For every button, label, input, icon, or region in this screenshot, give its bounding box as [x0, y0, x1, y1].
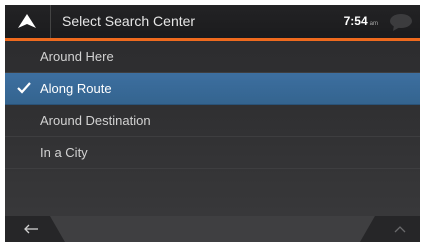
option-label: Along Route	[40, 81, 112, 96]
option-along-route[interactable]: Along Route	[5, 73, 420, 105]
back-arrow-icon[interactable]	[23, 224, 39, 234]
footer-bar	[5, 216, 420, 242]
page-title: Select Search Center	[62, 13, 196, 29]
option-around-here[interactable]: Around Here	[5, 41, 420, 73]
navigate-up-arrow-icon	[18, 14, 36, 28]
option-around-destination[interactable]: Around Destination	[5, 105, 420, 137]
clock-ampm: am	[369, 21, 378, 27]
clock: 7:54 am	[344, 5, 378, 38]
search-center-screen: Select Search Center 7:54 am Around Here …	[5, 5, 420, 242]
option-in-a-city[interactable]: In a City	[5, 137, 420, 169]
option-list: Around Here Along Route Around Destinati…	[5, 41, 420, 169]
header-bar: Select Search Center 7:54 am	[5, 5, 420, 38]
footer-background	[5, 216, 420, 242]
header-nav-button[interactable]	[5, 5, 51, 38]
checkmark-icon	[17, 82, 31, 94]
option-label: Around Here	[40, 49, 114, 64]
option-label: Around Destination	[40, 113, 151, 128]
option-label: In a City	[40, 145, 88, 160]
clock-time: 7:54	[343, 14, 368, 28]
message-bubble-icon[interactable]	[389, 13, 413, 31]
scroll-up-icon[interactable]	[394, 225, 406, 233]
